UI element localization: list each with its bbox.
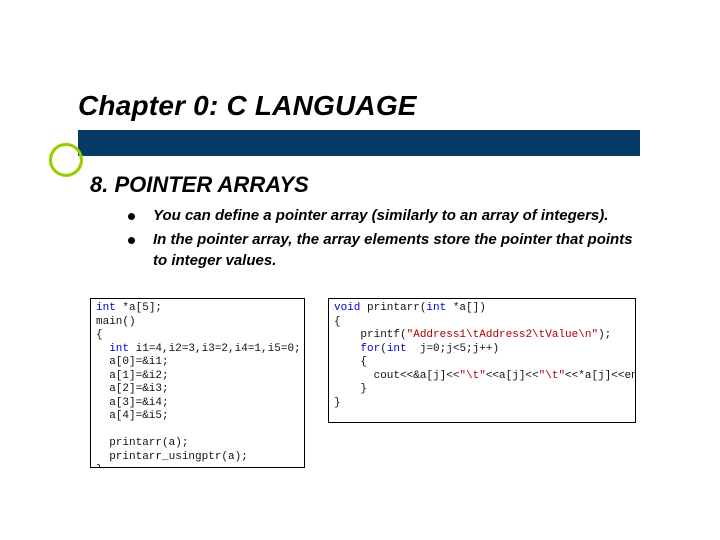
code-token: int [96,302,116,314]
code-line [96,424,299,438]
code-token: j=0;j<5;j++) [407,343,499,355]
code-token: a[0]=&i1; [96,356,169,368]
code-token: a[1]=&i2; [96,370,169,382]
code-token: ( [380,343,387,355]
bullet-item: You can define a pointer array (similarl… [128,206,648,226]
code-line: } [334,383,630,397]
code-line: a[2]=&i3; [96,383,299,397]
code-token: <<a[j]<< [486,370,539,382]
code-line: cout<<&a[j]<<"\t"<<a[j]<<"\t"<<*a[j]<<en… [334,370,630,384]
code-snippet-right: void printarr(int *a[]){ printf("Address… [328,298,636,423]
code-line: { [96,329,299,343]
code-token: int [109,343,129,355]
code-token: void [334,302,360,314]
code-token: *a[5]; [116,302,162,314]
code-token [334,343,360,355]
code-token: } [334,397,341,409]
accent-circle-icon [49,143,83,177]
code-token: i1=4,i2=3,i3=2,i4=1,i5=0; [129,343,301,355]
code-token: "\t" [539,370,565,382]
code-token: printarr(a); [96,437,188,449]
code-token: *a[]) [446,302,486,314]
code-line: } [96,464,299,468]
code-token: cout<<&a[j]<< [334,370,459,382]
code-line: for(int j=0;j<5;j++) [334,343,630,357]
bullet-item: In the pointer array, the array elements… [128,230,648,271]
code-line: void printarr(int *a[]) [334,302,630,316]
code-line: a[4]=&i5; [96,410,299,424]
code-line: main() [96,316,299,330]
bullet-dot-icon [128,237,135,244]
bullet-dot-icon [128,213,135,220]
code-token: for [360,343,380,355]
code-token: "Address1\tAddress2\tValue\n" [407,329,598,341]
code-token: ); [598,329,611,341]
code-line: printarr_usingptr(a); [96,451,299,465]
code-token: int [426,302,446,314]
bullet-text: In the pointer array, the array elements… [153,230,648,271]
slide: Chapter 0: C LANGUAGE 8. POINTER ARRAYS … [0,0,720,540]
bullet-list: You can define a pointer array (similarl… [128,206,648,275]
code-token: "\t" [459,370,485,382]
code-token: a[2]=&i3; [96,383,169,395]
code-token: a[4]=&i5; [96,410,169,422]
section-heading: 8. POINTER ARRAYS [90,172,309,198]
code-line: printf("Address1\tAddress2\tValue\n"); [334,329,630,343]
code-snippet-left: int *a[5];main(){ int i1=4,i2=3,i3=2,i4=… [90,298,305,468]
code-token: { [96,329,103,341]
code-token: printarr( [360,302,426,314]
code-token [96,424,103,436]
code-token: printarr_usingptr(a); [96,451,248,463]
code-line: a[1]=&i2; [96,370,299,384]
code-token: } [334,383,367,395]
page-title: Chapter 0: C LANGUAGE [78,90,417,122]
code-token: { [334,356,367,368]
code-token [96,343,109,355]
code-token: { [334,316,341,328]
code-token: main() [96,316,136,328]
code-line: } [334,397,630,411]
code-line: a[0]=&i1; [96,356,299,370]
code-line: int *a[5]; [96,302,299,316]
code-token: int [387,343,407,355]
code-line: { [334,356,630,370]
code-token: } [96,464,103,468]
code-line: { [334,316,630,330]
code-line: printarr(a); [96,437,299,451]
code-token: a[3]=&i4; [96,397,169,409]
code-token: printf( [334,329,407,341]
code-token: <<*a[j]<<endl; [565,370,636,382]
title-underline-bar [78,130,640,156]
code-line: int i1=4,i2=3,i3=2,i4=1,i5=0; [96,343,299,357]
code-line: a[3]=&i4; [96,397,299,411]
bullet-text: You can define a pointer array (similarl… [153,206,608,226]
